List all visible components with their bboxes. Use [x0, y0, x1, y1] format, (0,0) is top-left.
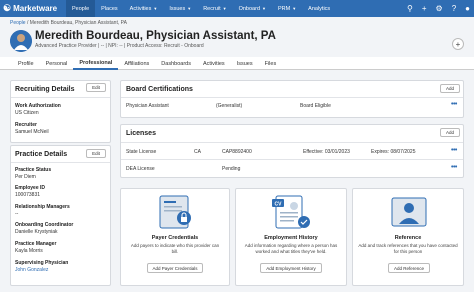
field-label: Supervising Physician	[15, 260, 69, 266]
licenses-add-button[interactable]: Add	[440, 128, 460, 137]
field-value: Kayla Morris	[15, 248, 43, 254]
field-label: Work Authorization	[15, 103, 61, 109]
bell-icon[interactable]: ⚙	[436, 4, 443, 13]
license-expires: Expires: 08/07/2025	[371, 149, 416, 155]
nav-onboard[interactable]: Onboard ▼	[233, 0, 272, 17]
board-add-button[interactable]: Add	[440, 84, 460, 93]
breadcrumb: People / Meredith Bourdeau, Physician As…	[10, 20, 127, 26]
field-value: 100073831	[15, 192, 41, 198]
field-value: Samuel McNeil	[15, 129, 49, 135]
licenses-title: Licenses	[126, 130, 156, 137]
nav-prm[interactable]: PRM ▼	[272, 0, 302, 17]
payer-credentials-desc: Add payers to indicate who this provider…	[130, 243, 220, 254]
nav-places[interactable]: Places	[95, 0, 124, 17]
divider	[121, 97, 463, 98]
license-type: State License	[126, 149, 157, 155]
tab-profile[interactable]: Profile	[12, 57, 40, 70]
marketware-logo-icon: ☯	[3, 3, 12, 13]
field-label: Employee ID	[15, 185, 46, 191]
field-label: Practice Manager	[15, 241, 57, 247]
recruiting-details-title: Recruiting Details	[15, 86, 75, 93]
search-icon[interactable]: ⚲	[407, 4, 413, 13]
profile-tabs: Profile Personal Professional Affiliatio…	[0, 57, 474, 70]
plus-icon: +	[455, 39, 461, 49]
tab-issues[interactable]: Issues	[231, 57, 259, 70]
tab-activities[interactable]: Activities	[197, 57, 231, 70]
add-reference-button[interactable]: Add Reference	[388, 263, 430, 273]
board-certifications-title: Board Certifications	[126, 86, 193, 93]
breadcrumb-people-link[interactable]: People	[10, 20, 26, 26]
field-value: US Citizen	[15, 110, 39, 116]
board-cert-specialty: (Generalist)	[216, 103, 243, 109]
board-cert-name: Physician Assistant	[126, 103, 169, 109]
chevron-down-icon: ▼	[262, 6, 266, 11]
reference-illustration	[391, 197, 427, 227]
recruiting-edit-button[interactable]: Edit	[86, 83, 106, 92]
tab-personal[interactable]: Personal	[40, 57, 74, 70]
logo-text: Marketware	[13, 4, 58, 13]
field-value: Danielle Krystyniak	[15, 229, 58, 235]
divider	[11, 162, 110, 163]
reference-desc: Add and track references that you have c…	[358, 243, 458, 254]
nav-activities[interactable]: Activities ▼	[124, 0, 164, 17]
field-label: Onboarding Coordinator	[15, 222, 74, 228]
chevron-down-icon: ▼	[292, 6, 297, 11]
license-effective: Effective: 03/01/2023	[303, 149, 350, 155]
license-number: CAP8892400	[222, 149, 252, 155]
svg-text:CV: CV	[275, 202, 283, 208]
nav-issues[interactable]: Issues ▼	[163, 0, 197, 17]
more-options-icon[interactable]: •••	[451, 164, 457, 171]
breadcrumb-current: Meredith Bourdeau, Physician Assistant, …	[29, 20, 127, 26]
employment-history-desc: Add information regarding where a person…	[244, 243, 338, 254]
profile-meta: Advanced Practice Provider | -- | NPI: -…	[35, 43, 204, 49]
supervising-physician-link[interactable]: John Gonzalez	[15, 267, 48, 273]
field-label: Recruiter	[15, 122, 37, 128]
divider	[121, 142, 463, 143]
divider	[121, 159, 463, 160]
divider	[11, 97, 110, 98]
practice-edit-button[interactable]: Edit	[86, 149, 106, 158]
more-options-icon[interactable]: •••	[451, 101, 457, 108]
license-type: DEA License	[126, 166, 155, 172]
more-options-icon[interactable]: •••	[451, 147, 457, 154]
chevron-down-icon: ▼	[153, 6, 158, 11]
field-label: Relationship Managers	[15, 204, 70, 210]
payer-credentials-title: Payer Credentials	[151, 235, 199, 241]
help-icon[interactable]: ?	[452, 4, 456, 13]
tab-affiliations[interactable]: Affiliations	[118, 57, 155, 70]
chevron-down-icon: ▼	[222, 6, 227, 11]
avatar	[10, 30, 32, 52]
employment-history-illustration: CV	[272, 195, 310, 229]
practice-details-title: Practice Details	[15, 151, 68, 158]
license-state: CA	[194, 149, 201, 155]
user-menu-icon[interactable]: ●	[465, 4, 470, 13]
nav-recruit[interactable]: Recruit ▼	[197, 0, 232, 17]
tab-dashboards[interactable]: Dashboards	[155, 57, 197, 70]
nav-right-icons: ⚲ + ⚙ ? ●	[407, 0, 470, 17]
add-icon[interactable]: +	[422, 4, 427, 13]
field-value: Per Diem	[15, 174, 36, 180]
reference-title: Reference	[394, 235, 422, 241]
nav-people[interactable]: People	[66, 0, 96, 17]
field-value: --	[15, 211, 19, 217]
top-navbar: ☯ Marketware People Places Activities ▼ I…	[0, 0, 474, 17]
employment-history-title: Employment History	[264, 235, 318, 241]
add-payer-credentials-button[interactable]: Add Payer Credentials	[147, 263, 203, 273]
chevron-down-icon: ▼	[187, 6, 192, 11]
add-action-button[interactable]: +	[452, 38, 464, 50]
nav-analytics[interactable]: Analytics	[302, 0, 336, 17]
board-cert-status: Board Eligible	[300, 103, 331, 109]
marketware-logo[interactable]: ☯ Marketware	[0, 3, 66, 14]
tab-professional[interactable]: Professional	[73, 57, 119, 70]
payer-credentials-illustration	[159, 195, 191, 229]
field-label: Practice Status	[15, 167, 52, 173]
license-number: Pending	[222, 166, 241, 172]
add-employment-history-button[interactable]: Add Employment History	[260, 263, 322, 273]
page-title: Meredith Bourdeau, Physician Assistant, …	[35, 30, 276, 42]
tab-files[interactable]: Files	[259, 57, 283, 70]
